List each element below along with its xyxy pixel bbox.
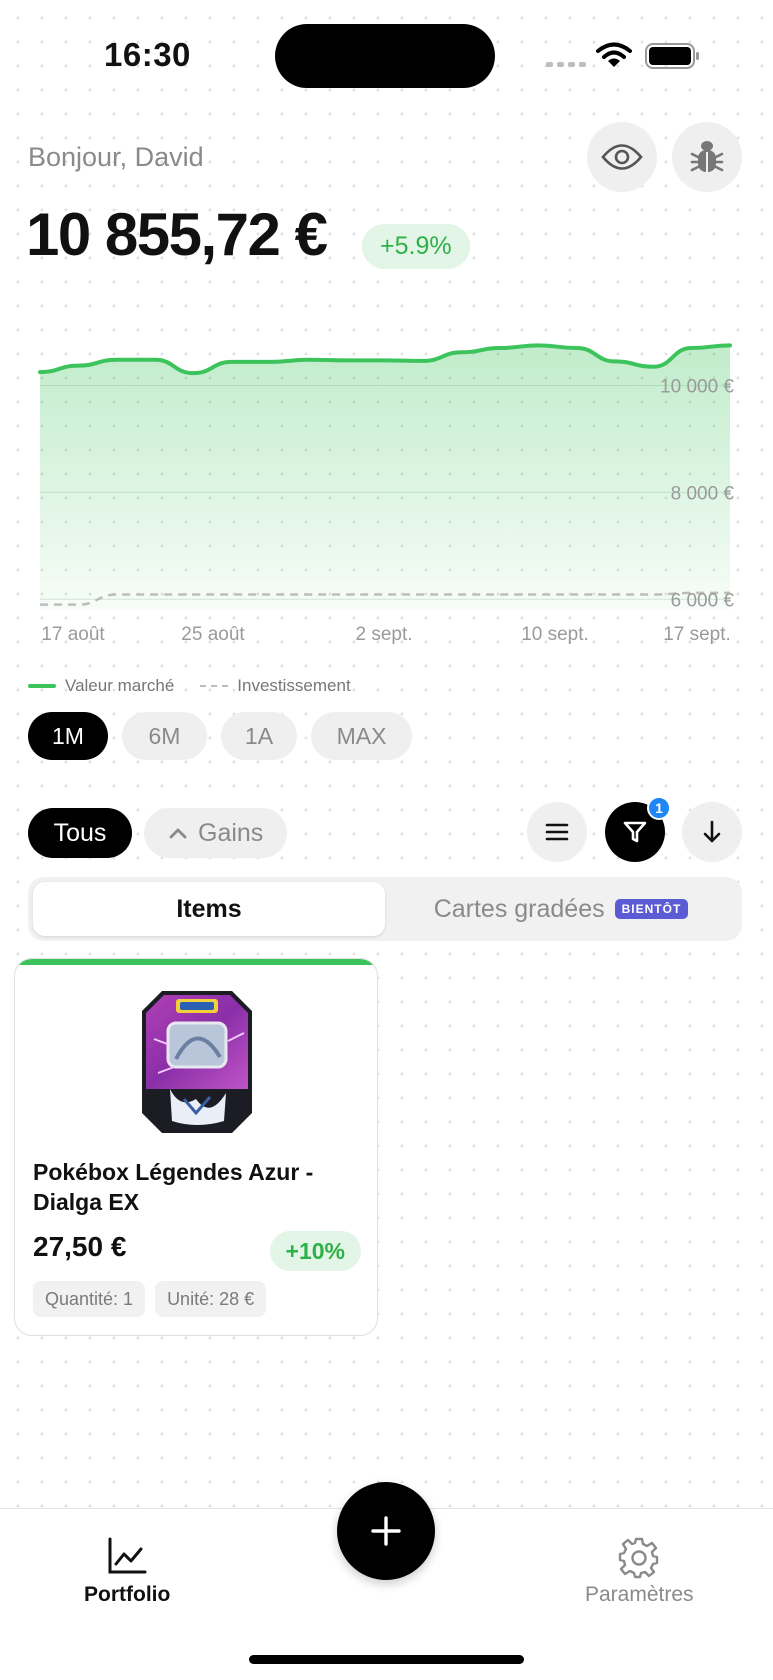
filter-all-chip[interactable]: Tous <box>28 808 132 858</box>
product-image <box>142 991 252 1133</box>
segment-graded-cards[interactable]: Cartes gradées BIENTÔT <box>385 882 737 936</box>
portfolio-balance: 10 855,72 € <box>26 201 328 268</box>
collection-segmented-control: Items Cartes gradées BIENTÔT <box>28 877 742 941</box>
x-tick-label: 2 sept. <box>355 624 412 645</box>
add-item-button[interactable] <box>337 1482 435 1580</box>
market-value-area <box>40 345 730 610</box>
chevron-up-icon <box>169 828 187 839</box>
home-indicator <box>249 1655 524 1664</box>
x-tick-label: 17 sept. <box>663 624 731 645</box>
chart-legend: Valeur marché Investissement <box>28 676 351 696</box>
x-tick-label: 10 sept. <box>521 624 589 645</box>
legend-investment-label: Investissement <box>237 676 351 695</box>
plus-icon <box>371 1516 401 1546</box>
item-quantity-tag: Quantité: 1 <box>33 1281 146 1317</box>
item-title: Pokébox Légendes Azur - Dialga EX <box>33 1159 314 1215</box>
card-gain-indicator <box>15 959 377 965</box>
y-tick-label: 6 000 € <box>671 590 735 611</box>
bug-icon <box>690 141 724 172</box>
item-tags: Quantité: 1 Unité: 28 € <box>33 1281 267 1317</box>
tab-portfolio[interactable]: Portfolio <box>84 1537 170 1607</box>
wifi-icon <box>596 42 632 67</box>
portfolio-chart[interactable]: 10 000 € 8 000 € 6 000 € 17 août 25 août 2 s… <box>0 330 773 660</box>
x-tick-label: 17 août <box>41 624 105 645</box>
coming-soon-badge: BIENTÔT <box>614 899 689 919</box>
tab-settings[interactable]: Paramètres <box>585 1537 694 1607</box>
range-max-button[interactable]: MAX <box>311 712 412 760</box>
item-price: 27,50 € <box>33 1231 127 1262</box>
range-1a-button[interactable]: 1A <box>221 712 297 760</box>
status-time: 16:30 <box>104 36 191 73</box>
item-unit-price-tag: Unité: 28 € <box>155 1281 267 1317</box>
y-tick-label: 8 000 € <box>671 483 735 504</box>
battery-icon <box>645 43 699 69</box>
filter-icon <box>623 821 647 843</box>
y-tick-label: 10 000 € <box>660 376 734 397</box>
legend-market-label: Valeur marché <box>65 676 175 695</box>
arrow-down-icon <box>703 820 721 843</box>
tab-portfolio-label: Portfolio <box>84 1583 171 1606</box>
eye-icon <box>601 144 643 170</box>
sort-button[interactable] <box>682 802 742 862</box>
x-tick-label: 25 août <box>181 624 245 645</box>
legend-investment-swatch <box>200 685 229 687</box>
range-1m-button[interactable]: 1M <box>28 712 108 760</box>
gear-icon <box>619 1537 659 1579</box>
cellular-signal-icon <box>546 62 586 67</box>
list-view-button[interactable] <box>527 802 587 862</box>
filter-count-badge: 1 <box>647 796 671 820</box>
filter-gains-chip[interactable]: Gains <box>144 808 288 858</box>
filter-gains-label: Gains <box>198 818 264 847</box>
greeting-text: Bonjour, David <box>28 142 204 172</box>
item-card[interactable]: Pokébox Légendes Azur - Dialga EX 27,50 … <box>14 958 378 1336</box>
item-gain-badge: +10% <box>269 1231 361 1271</box>
time-range-selector: 1M 6M 1A MAX <box>28 712 412 760</box>
tab-settings-label: Paramètres <box>585 1583 694 1606</box>
menu-icon <box>545 823 569 841</box>
dynamic-island <box>275 24 495 88</box>
chart-line-icon <box>108 1537 147 1574</box>
balance-change-badge: +5.9% <box>362 224 470 269</box>
toggle-visibility-button[interactable] <box>587 122 657 192</box>
filter-button[interactable]: 1 <box>605 796 671 862</box>
status-bar: 16:30 <box>0 0 773 110</box>
segment-items[interactable]: Items <box>33 882 385 936</box>
range-6m-button[interactable]: 6M <box>122 712 207 760</box>
legend-market-swatch <box>28 684 56 688</box>
debug-button[interactable] <box>672 122 742 192</box>
segment-graded-label: Cartes gradées <box>433 894 605 923</box>
filter-chips: Tous Gains <box>28 808 288 858</box>
